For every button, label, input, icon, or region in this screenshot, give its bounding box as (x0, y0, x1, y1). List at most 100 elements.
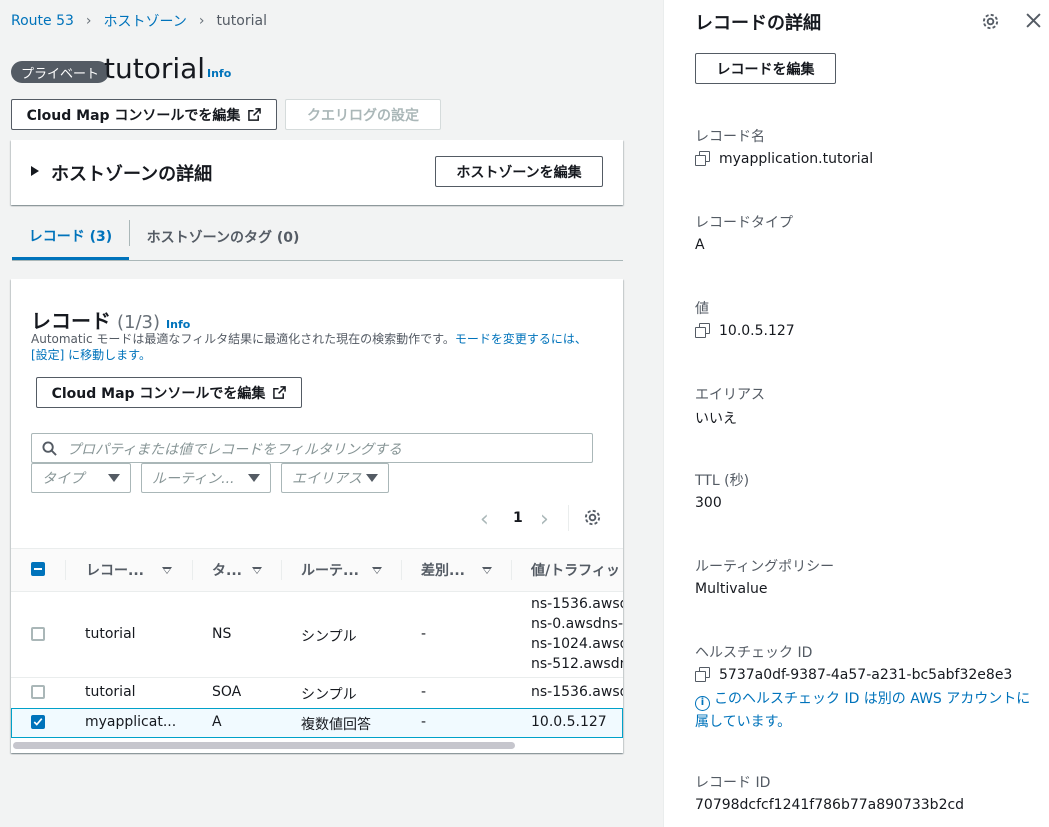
record-name-label: レコード名 (695, 129, 765, 145)
records-title: レコード (1/3) Info (31, 305, 190, 334)
external-link-icon (248, 108, 262, 121)
page-number[interactable]: 1 (513, 510, 523, 526)
settings-gear-icon[interactable] (981, 12, 1000, 31)
records-description: Automatic モードは最適なフィルタ結果に最適化された現在の検索動作です。… (31, 331, 591, 363)
filter-alias-label: エイリアス (292, 471, 362, 487)
breadcrumb-route53[interactable]: Route 53 (11, 13, 74, 29)
row-checkbox[interactable] (31, 715, 45, 729)
cell-differentiator: - (421, 714, 427, 730)
records-info-link[interactable]: Info (166, 318, 190, 331)
health-check-label: ヘルスチェック ID (695, 645, 813, 661)
edit-record-label: レコードを編集 (716, 61, 815, 78)
cloudmap-edit-button[interactable]: Cloud Map コンソールでを編集 (11, 99, 277, 130)
external-link-icon (273, 386, 287, 399)
copy-icon[interactable] (695, 667, 710, 682)
cell-differentiator: - (421, 684, 427, 700)
record-id-label: レコード ID (695, 775, 771, 791)
filter-type-label: タイプ (42, 471, 84, 487)
cell-routing: 複数値回答 (301, 717, 371, 733)
cloudmap-edit-label: Cloud Map コンソールでを編集 (26, 107, 241, 124)
filter-routing-label: ルーティン... (152, 471, 235, 487)
col-header-differentiator[interactable]: 差別... (421, 548, 501, 592)
health-check-value: 5737a0df-9387-4a57-a231-bc5abf32e8e3 (695, 667, 1012, 683)
edit-record-button[interactable]: レコードを編集 (695, 53, 836, 84)
zone-badge: プライベート (11, 61, 110, 83)
page-title: tutorial (104, 52, 206, 85)
tab-tags-label: ホストゾーンのタグ (0) (146, 230, 300, 246)
next-page-icon[interactable]: › (540, 507, 549, 532)
alias-value: いいえ (695, 411, 737, 427)
filter-alias-select[interactable]: エイリアス (281, 463, 389, 493)
tab-tags[interactable]: ホストゾーンのタグ (0) (130, 214, 316, 260)
row-checkbox[interactable] (31, 627, 45, 641)
cell-value-1: ns-1536.awsdns (531, 684, 623, 700)
column-separator (65, 560, 66, 580)
col-header-routing-label: ルーテ... (301, 563, 359, 579)
health-check-text: 5737a0df-9387-4a57-a231-bc5abf32e8e3 (719, 667, 1013, 683)
col-header-routing[interactable]: ルーテ... (301, 548, 391, 592)
value-text: 10.0.5.127 (719, 323, 795, 339)
sort-icon[interactable] (372, 567, 382, 574)
record-type-label: レコードタイプ (695, 215, 793, 231)
settings-gear-icon[interactable] (583, 508, 602, 527)
chevron-right-icon: › (85, 13, 92, 29)
breadcrumb: Route 53 › ホストゾーン › tutorial (11, 11, 267, 31)
records-title-label: レコード (31, 309, 111, 333)
change-mode-link[interactable]: モードを変更するには、 (455, 332, 587, 346)
cell-routing: シンプル (301, 629, 357, 645)
settings-link[interactable]: [設定] に移動します。 (31, 348, 151, 362)
col-header-value[interactable]: 値/トラフィッ (531, 548, 623, 592)
caret-down-icon (366, 474, 378, 482)
detail-title: レコードの詳細 (695, 13, 821, 34)
col-header-differentiator-label: 差別... (421, 563, 465, 579)
cell-value-1: 10.0.5.127 (531, 714, 607, 730)
search-input[interactable]: プロパティまたは値でレコードをフィルタリングする (31, 433, 593, 463)
info-link[interactable]: Info (207, 67, 231, 80)
cell-name: myapplicat... (85, 714, 177, 730)
sort-icon[interactable] (252, 567, 262, 574)
records-desc-text: Automatic モードは最適なフィルタ結果に最適化された現在の検索動作です。 (31, 332, 455, 346)
records-cloudmap-button[interactable]: Cloud Map コンソールでを編集 (36, 377, 302, 408)
tab-records[interactable]: レコード (3) (12, 214, 129, 260)
query-log-button[interactable]: クエリログの設定 (285, 99, 441, 130)
close-icon[interactable] (1026, 13, 1041, 28)
cell-name: tutorial (85, 684, 136, 700)
breadcrumb-current: tutorial (216, 13, 267, 29)
copy-icon[interactable] (695, 151, 710, 166)
cell-type: NS (212, 626, 232, 642)
zone-details-title[interactable]: ホストゾーンの詳細 (51, 160, 212, 186)
column-separator (192, 560, 193, 580)
value-value: 10.0.5.127 (695, 323, 795, 339)
column-separator (511, 560, 512, 580)
filter-type-select[interactable]: タイプ (31, 463, 131, 493)
record-name-value: myapplication.tutorial (695, 151, 873, 167)
col-header-value-label: 値/トラフィッ (531, 563, 620, 579)
column-separator (401, 560, 402, 580)
col-header-name[interactable]: レコー... (86, 548, 176, 592)
info-circle-icon: i (695, 696, 710, 711)
horizontal-scrollbar[interactable] (13, 742, 515, 749)
filter-routing-select[interactable]: ルーティン... (141, 463, 271, 493)
cell-type: A (212, 714, 222, 730)
expand-caret-icon[interactable] (31, 166, 39, 176)
breadcrumb-hosted-zones[interactable]: ホストゾーン (104, 11, 187, 31)
sort-icon[interactable] (162, 567, 172, 574)
record-type-value: A (695, 237, 705, 253)
health-note-line2: 属しています。 (695, 714, 792, 730)
sort-icon[interactable] (482, 567, 492, 574)
record-name-text: myapplication.tutorial (719, 151, 874, 167)
tabs-underline (12, 260, 623, 261)
row-checkbox[interactable] (31, 685, 45, 699)
select-all-checkbox[interactable] (31, 562, 45, 576)
edit-zone-label: ホストゾーンを編集 (456, 164, 582, 181)
records-count: (1/3) (117, 312, 161, 333)
col-header-type[interactable]: タ... (212, 548, 272, 592)
search-placeholder: プロパティまたは値でレコードをフィルタリングする (67, 442, 402, 458)
indeterminate-icon (34, 568, 42, 570)
zone-details-panel: ホストゾーンの詳細 ホストゾーンを編集 (11, 140, 623, 205)
copy-icon[interactable] (695, 323, 710, 338)
prev-page-icon[interactable]: ‹ (480, 507, 489, 532)
pagination-divider (568, 505, 569, 531)
edit-zone-button[interactable]: ホストゾーンを編集 (435, 156, 603, 187)
value-label: 値 (695, 301, 709, 317)
